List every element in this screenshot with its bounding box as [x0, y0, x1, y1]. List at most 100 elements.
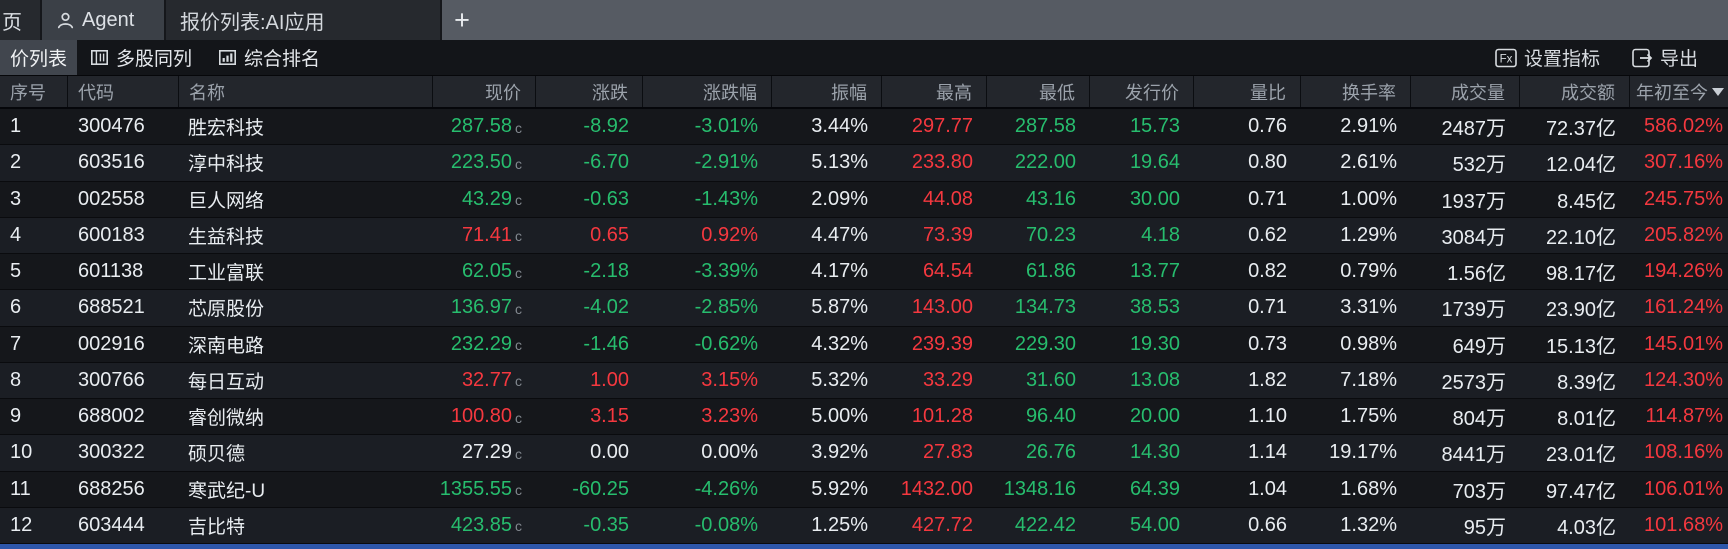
cell-change-value: -0.35 — [583, 514, 629, 537]
cell-ytd: 307.16% — [1630, 145, 1728, 180]
column-header-change_pct[interactable]: 涨跌幅 — [643, 76, 772, 107]
cell-change_pct-value: 0.00% — [701, 441, 758, 464]
stock-row-603516[interactable]: 2603516淳中科技223.50c-6.70-2.91%5.13%233.80… — [0, 145, 1728, 181]
cell-code-value: 300476 — [78, 115, 145, 138]
svg-text:Fx: Fx — [1500, 53, 1513, 65]
stock-row-601138[interactable]: 5601138工业富联62.05c-2.18-3.39%4.17%64.5461… — [0, 254, 1728, 290]
cell-ytd: 114.87% — [1630, 399, 1728, 434]
price-unit-flag: c — [515, 446, 522, 462]
tab-home[interactable]: 页 — [0, 0, 40, 40]
column-header-label: 换手率 — [1342, 79, 1396, 105]
column-header-volume[interactable]: 成交量 — [1411, 76, 1520, 107]
cell-code: 603444 — [68, 508, 179, 543]
cell-no: 7 — [0, 327, 68, 362]
view-ranking[interactable]: 综合排名 — [205, 40, 333, 75]
cell-volume-value: 649万 — [1453, 330, 1506, 359]
cell-change: 1.00 — [536, 363, 643, 398]
view-multi-stock[interactable]: 多股同列 — [77, 40, 205, 75]
cell-price-value: 27.29 — [462, 441, 512, 464]
set-indicator-button[interactable]: Fx 设置指标 — [1479, 40, 1616, 75]
cell-change-value: 0.00 — [590, 441, 629, 464]
cell-high: 143.00 — [882, 290, 987, 325]
cell-low-value: 96.40 — [1026, 405, 1076, 428]
column-header-amplitude[interactable]: 振幅 — [772, 76, 882, 107]
cell-turnover_rate: 0.79% — [1301, 254, 1411, 289]
column-header-turnover[interactable]: 成交额 — [1520, 76, 1630, 107]
cell-ytd: 106.01% — [1630, 472, 1728, 507]
cell-no: 2 — [0, 145, 68, 180]
cell-amplitude-value: 2.09% — [811, 188, 868, 211]
cell-change: 3.15 — [536, 399, 643, 434]
tab-quote-list[interactable]: 报价列表:AI应用 — [166, 0, 440, 40]
cell-high: 44.08 — [882, 182, 987, 217]
export-button[interactable]: 导出 — [1616, 40, 1714, 75]
cell-amplitude-value: 5.00% — [811, 405, 868, 428]
cell-name-value: 胜宏科技 — [188, 113, 264, 140]
cell-price-value: 32.77 — [462, 369, 512, 392]
cell-turnover_rate-value: 0.79% — [1340, 260, 1397, 283]
cell-code: 688521 — [68, 290, 179, 325]
column-header-ytd[interactable]: 年初至今 — [1630, 76, 1728, 107]
stock-row-300322[interactable]: 10300322硕贝德27.29c0.000.00%3.92%27.8326.7… — [0, 435, 1728, 471]
stock-row-002916[interactable]: 7002916深南电路232.29c-1.46-0.62%4.32%239.39… — [0, 327, 1728, 363]
price-unit-flag: c — [515, 156, 522, 172]
column-header-high[interactable]: 最高 — [882, 76, 987, 107]
column-header-code[interactable]: 代码 — [68, 76, 179, 107]
cell-volume_ratio: 0.80 — [1194, 145, 1301, 180]
stock-row-688521[interactable]: 6688521芯原股份136.97c-4.02-2.85%5.87%143.00… — [0, 290, 1728, 326]
column-header-name[interactable]: 名称 — [179, 76, 433, 107]
stock-row-600183[interactable]: 4600183生益科技71.41c0.650.92%4.47%73.3970.2… — [0, 218, 1728, 254]
column-header-turnover_rate[interactable]: 换手率 — [1301, 76, 1411, 107]
cell-volume_ratio: 1.04 — [1194, 472, 1301, 507]
cell-volume: 2573万 — [1411, 363, 1520, 398]
cell-low: 61.86 — [987, 254, 1090, 289]
cell-change_pct: -2.85% — [643, 290, 772, 325]
cell-turnover-value: 8.45亿 — [1557, 185, 1616, 214]
cell-turnover_rate-value: 7.18% — [1340, 369, 1397, 392]
column-header-change[interactable]: 涨跌 — [536, 76, 643, 107]
cell-change_pct-value: -0.08% — [695, 514, 758, 537]
column-header-volume_ratio[interactable]: 量比 — [1194, 76, 1301, 107]
cell-high-value: 101.28 — [912, 405, 973, 428]
cell-volume_ratio-value: 0.82 — [1248, 260, 1287, 283]
cell-ytd: 145.01% — [1630, 327, 1728, 362]
cell-change_pct-value: -2.91% — [695, 151, 758, 174]
cell-change_pct: 0.00% — [643, 435, 772, 470]
cell-ytd: 205.82% — [1630, 218, 1728, 253]
cell-no-value: 12 — [10, 514, 32, 537]
cell-name: 睿创微纳 — [179, 399, 433, 434]
cell-issue_price-value: 20.00 — [1130, 405, 1180, 428]
cell-name-value: 巨人网络 — [188, 186, 264, 213]
cell-turnover: 8.39亿 — [1520, 363, 1630, 398]
tab-agent[interactable]: Agent — [42, 0, 164, 40]
stock-row-688256[interactable]: 11688256寒武纪-U1355.55c-60.25-4.26%5.92%14… — [0, 472, 1728, 508]
view-quote-list[interactable]: 价列表 — [0, 40, 77, 75]
cell-volume-value: 2573万 — [1442, 366, 1507, 395]
cell-high-value: 73.39 — [923, 224, 973, 247]
cell-turnover_rate: 0.98% — [1301, 327, 1411, 362]
cell-turnover-value: 97.47亿 — [1546, 475, 1616, 504]
column-header-price[interactable]: 现价 — [433, 76, 536, 107]
stock-row-300476[interactable]: 1300476胜宏科技287.58c-8.92-3.01%3.44%297.77… — [0, 109, 1728, 145]
cell-turnover: 8.01亿 — [1520, 399, 1630, 434]
cell-amplitude-value: 1.25% — [811, 514, 868, 537]
cell-volume: 532万 — [1411, 145, 1520, 180]
stock-row-300766[interactable]: 8300766每日互动32.77c1.003.15%5.32%33.2931.6… — [0, 363, 1728, 399]
cell-ytd: 108.16% — [1630, 435, 1728, 470]
column-header-low[interactable]: 最低 — [987, 76, 1090, 107]
cell-change-value: 1.00 — [590, 369, 629, 392]
cell-volume_ratio-value: 0.66 — [1248, 514, 1287, 537]
cell-turnover_rate: 19.17% — [1301, 435, 1411, 470]
price-unit-flag: c — [515, 192, 522, 208]
stock-row-603444[interactable]: 12603444吉比特423.85c-0.35-0.08%1.25%427.72… — [0, 508, 1728, 544]
cell-volume_ratio-value: 1.82 — [1248, 369, 1287, 392]
column-header-no[interactable]: 序号 — [0, 76, 68, 107]
cell-no: 6 — [0, 290, 68, 325]
new-tab-button[interactable]: + — [442, 2, 482, 38]
column-header-label: 代码 — [78, 79, 114, 105]
cell-name-value: 工业富联 — [188, 258, 264, 285]
column-header-issue_price[interactable]: 发行价 — [1090, 76, 1194, 107]
stock-row-688002[interactable]: 9688002睿创微纳100.80c3.153.23%5.00%101.2896… — [0, 399, 1728, 435]
stock-row-002558[interactable]: 3002558巨人网络43.29c-0.63-1.43%2.09%44.0843… — [0, 182, 1728, 218]
cell-ytd-value: 245.75% — [1644, 188, 1723, 211]
